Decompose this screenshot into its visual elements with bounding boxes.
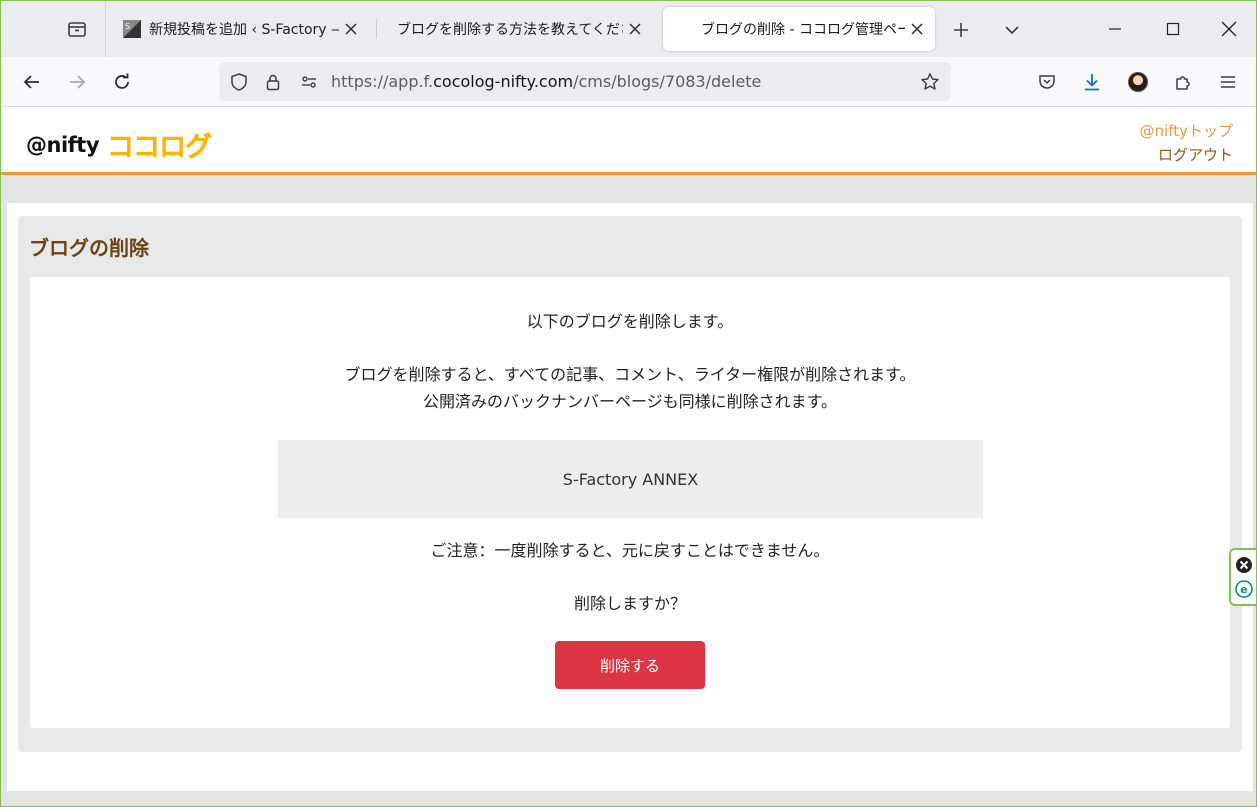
star-icon[interactable]: [919, 71, 941, 93]
logout-link[interactable]: ログアウト: [1140, 143, 1233, 167]
tab-list-icon[interactable]: [61, 15, 93, 43]
tab-title: ブログの削除 - ココログ管理ページ: [701, 22, 905, 38]
tab-separator: [105, 1, 106, 57]
tab-bar: S 新規投稿を追加 ‹ S-Factory — W ブログを削除する方法を教えて…: [1, 1, 1256, 57]
svg-text:e: e: [1240, 583, 1247, 596]
shield-icon[interactable]: [228, 71, 250, 93]
url-prefix: https://app.f.: [331, 72, 434, 91]
side-extension-widget: e: [1229, 548, 1256, 606]
close-circle-icon[interactable]: [1235, 556, 1253, 574]
chevron-down-icon[interactable]: [997, 15, 1027, 45]
blog-name: S-Factory ANNEX: [562, 469, 699, 489]
confirm-text: 削除しますか？: [573, 594, 686, 613]
account-avatar-icon: [1128, 72, 1148, 92]
url-path: /cms/blogs/7083/delete: [573, 72, 762, 91]
main-content: ブログの削除 以下のブログを削除します。 ブログを削除すると、すべての記事、コメ…: [7, 203, 1253, 791]
delete-blog-panel: ブログの削除 以下のブログを削除します。 ブログを削除すると、すべての記事、コメ…: [18, 216, 1242, 752]
tab-new-post[interactable]: S 新規投稿を追加 ‹ S-Factory — W: [107, 7, 369, 51]
download-icon[interactable]: [1076, 66, 1108, 98]
tab-blog-delete[interactable]: ブログの削除 - ココログ管理ページ: [663, 7, 935, 51]
tab-blog-delete-help[interactable]: ブログを削除する方法を教えてください |: [381, 7, 653, 51]
delete-blog-card: 以下のブログを削除します。 ブログを削除すると、すべての記事、コメント、ライター…: [30, 277, 1230, 728]
nifty-top-link[interactable]: @niftyトップ: [1140, 119, 1233, 143]
puzzle-icon[interactable]: [1167, 66, 1199, 98]
intro-text: 以下のブログを削除します。: [526, 312, 734, 331]
url-domain: cocolog-nifty.com: [433, 72, 574, 91]
blog-name-box: S-Factory ANNEX: [278, 440, 983, 518]
tab-title: ブログを削除する方法を教えてください |: [397, 22, 623, 38]
minimize-icon[interactable]: [1086, 1, 1144, 57]
page-content: @nifty ココログ @niftyトップ ログアウト ブログの削除 以下のブロ…: [1, 107, 1256, 806]
caution-text: ご注意：一度削除すると、元に戻すことはできません。: [430, 541, 830, 560]
logo-nifty: @nifty: [26, 132, 100, 157]
site-header: @nifty ココログ @niftyトップ ログアウト: [1, 107, 1256, 175]
extension-e-icon[interactable]: e: [1235, 580, 1253, 598]
new-tab-plus-icon[interactable]: [946, 15, 976, 45]
logo-cocolog: ココログ: [107, 132, 212, 163]
cocolog-logo[interactable]: @nifty ココログ: [26, 125, 212, 164]
svg-text:S: S: [125, 22, 130, 31]
reload-icon[interactable]: [106, 66, 138, 98]
delete-button[interactable]: 削除する: [555, 641, 705, 689]
hamburger-menu-icon[interactable]: [1212, 66, 1244, 98]
url-bar[interactable]: https://app.f.cocolog-nifty.com/cms/blog…: [219, 62, 951, 101]
header-band: [1, 175, 1256, 203]
tab-divider: [376, 19, 377, 39]
close-icon[interactable]: [339, 17, 363, 41]
s-factory-favicon-icon: S: [123, 20, 141, 38]
page-title: ブログの削除: [29, 236, 149, 260]
close-icon[interactable]: [905, 17, 929, 41]
maximize-icon[interactable]: [1144, 1, 1202, 57]
window-close-icon[interactable]: [1200, 1, 1256, 57]
url-text[interactable]: https://app.f.cocolog-nifty.com/cms/blog…: [331, 72, 761, 91]
navigation-toolbar: https://app.f.cocolog-nifty.com/cms/blog…: [1, 57, 1256, 107]
pocket-icon[interactable]: [1031, 66, 1063, 98]
permissions-icon[interactable]: [298, 71, 320, 93]
close-icon[interactable]: [623, 17, 647, 41]
avatar[interactable]: [1122, 66, 1154, 98]
tab-title: 新規投稿を追加 ‹ S-Factory — W: [149, 22, 339, 38]
back-arrow-icon[interactable]: [16, 66, 48, 98]
browser-window: S 新規投稿を追加 ‹ S-Factory — W ブログを削除する方法を教えて…: [0, 0, 1257, 807]
warning-text-line2: 公開済みのバックナンバーページも同様に削除されます。: [422, 392, 838, 411]
header-links: @niftyトップ ログアウト: [1140, 119, 1233, 167]
lock-icon[interactable]: [262, 71, 284, 93]
forward-arrow-icon[interactable]: [61, 66, 93, 98]
warning-text-line1: ブログを削除すると、すべての記事、コメント、ライター権限が削除されます。: [344, 365, 916, 384]
